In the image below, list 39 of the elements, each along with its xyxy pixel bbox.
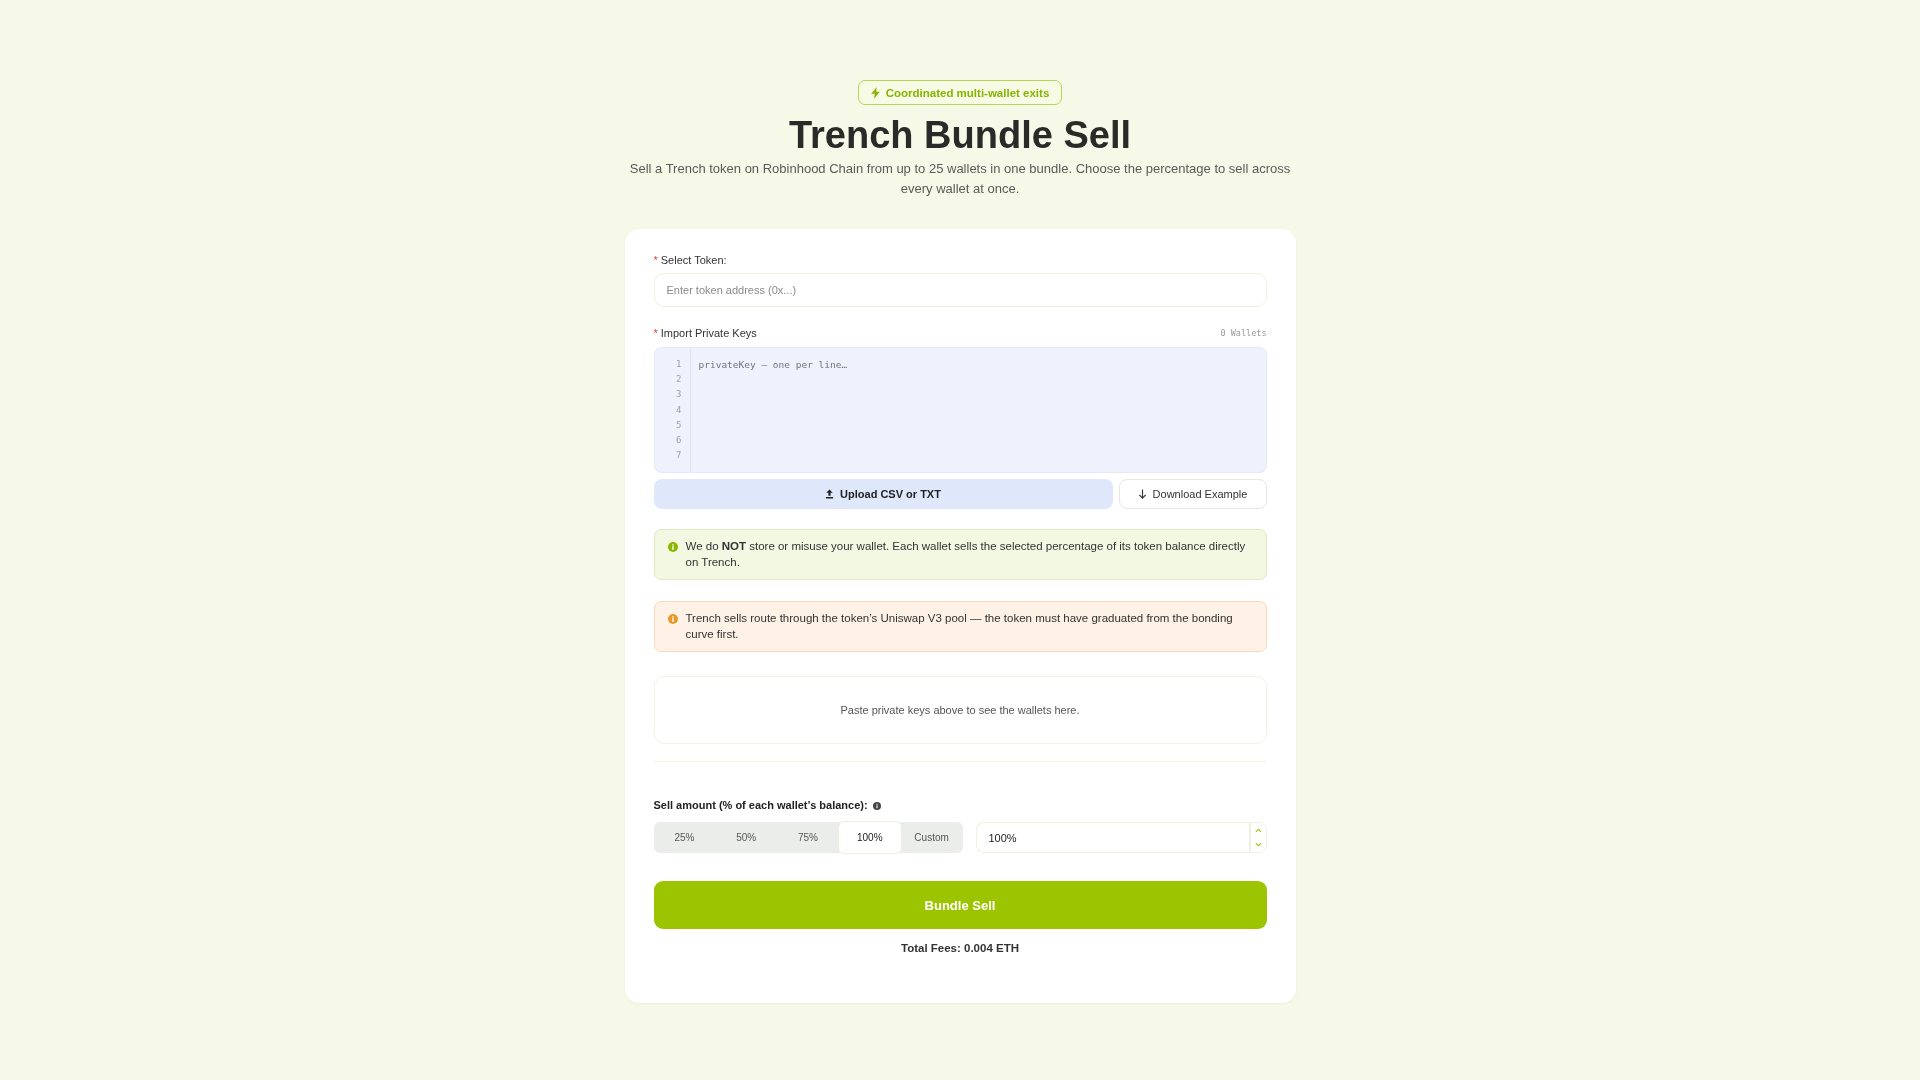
- percent-option[interactable]: 100%: [838, 822, 901, 853]
- percent-option[interactable]: 75%: [777, 822, 839, 853]
- line-number: 4: [675, 403, 682, 417]
- line-number: 1: [675, 358, 682, 371]
- increment-button[interactable]: [1249, 823, 1266, 838]
- private-keys-field[interactable]: privateKey — one per line…: [690, 347, 1267, 473]
- percent-option[interactable]: 50%: [715, 822, 778, 853]
- notice-text: We do NOT store or misuse your wallet. Each wallet sells the selected percentage of its token balance directly on Trench.: [685, 539, 1247, 570]
- field-label: Select Token:: [660, 254, 727, 266]
- line-number: 3: [675, 388, 682, 402]
- lightning-icon: [870, 86, 880, 99]
- line-number: 5: [675, 418, 682, 432]
- chevron-down-icon: [1254, 842, 1262, 848]
- page-subtitle: Sell a Trench token on Robinhood Chain from up to 25 wallets in one bundle. Choose the percentage to sell across every wallet at once.: [628, 160, 1292, 198]
- required-mark: *: [653, 327, 658, 339]
- page-title: Trench Bundle Sell: [788, 113, 1132, 158]
- info-icon: [667, 542, 678, 552]
- required-mark: *: [653, 254, 658, 266]
- wallet-count: 0 Wallets: [1220, 328, 1267, 338]
- field-label: Import Private Keys: [660, 327, 757, 339]
- notice-text: Trench sells route through the token’s Uniswap V3 pool — the token must have graduated from the bonding curve first.: [685, 611, 1234, 642]
- percent-option[interactable]: 25%: [653, 822, 716, 853]
- badge-text: Coordinated multi-wallet exits: [885, 86, 1050, 99]
- sell-amount-label: Sell amount (% of each wallet’s balance):: [653, 799, 868, 811]
- empty-state-text: Paste private keys above to see the wallets here.: [840, 704, 1080, 716]
- download-example-button[interactable]: Download Example: [1118, 479, 1267, 509]
- upload-icon: [825, 489, 835, 499]
- line-number: 7: [675, 449, 682, 463]
- total-fees-text: Total Fees: 0.004 ETH: [901, 942, 1019, 954]
- arrow-down-icon: [1137, 489, 1147, 499]
- info-icon: [667, 614, 678, 624]
- line-number: 2: [675, 373, 682, 387]
- line-number: 6: [675, 434, 682, 447]
- info-icon: [872, 802, 881, 810]
- chevron-up-icon: [1254, 827, 1262, 833]
- token-address-field[interactable]: Enter token address (0x...): [653, 273, 1267, 307]
- upload-button[interactable]: Upload CSV or TXT: [653, 479, 1113, 509]
- percent-input[interactable]: 100%: [975, 822, 1249, 853]
- percent-option[interactable]: Custom: [900, 822, 963, 853]
